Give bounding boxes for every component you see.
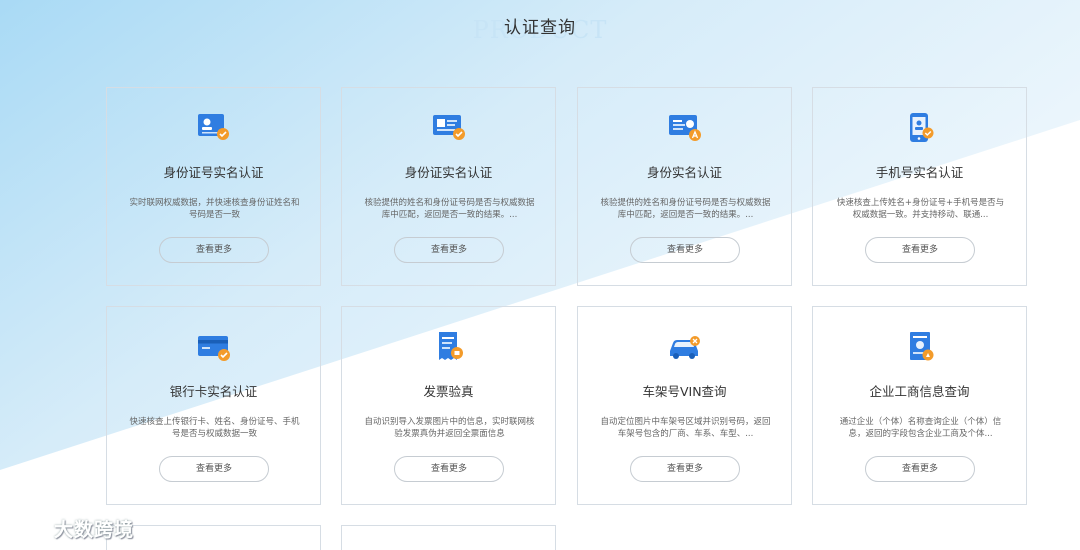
card-title: 手机号实名认证 bbox=[875, 165, 964, 180]
view-more-button[interactable]: 查看更多 bbox=[394, 456, 504, 482]
card-description: 快速核查上传银行卡、姓名、身份证号、手机号是否与权威数据一致 bbox=[129, 417, 300, 439]
card-title: 身份证实名认证 bbox=[404, 165, 493, 180]
product-card[interactable]: 身份实名认证 核验提供的姓名和身份证号码是否与权威数据库中匹配，返回是否一致的结… bbox=[577, 87, 792, 286]
view-more-button[interactable]: 查看更多 bbox=[865, 456, 975, 482]
business-license-icon bbox=[910, 332, 934, 361]
card-description: 实时联网权威数据，并快速核查身份证姓名和号码是否一致 bbox=[129, 198, 300, 220]
id-card-verify-icon bbox=[433, 115, 465, 140]
mobile-phone-icon bbox=[910, 113, 934, 142]
card-description: 快速核查上传姓名+身份证号+手机号是否与权威数据一致。并支持移动、联通... bbox=[836, 198, 1005, 220]
product-card[interactable]: 车架号VIN查询 自动定位图片中车架号区域并识别号码，返回车架号包含的厂商、车系… bbox=[577, 306, 792, 505]
view-more-button[interactable]: 查看更多 bbox=[159, 456, 269, 482]
id-card-check-icon bbox=[198, 114, 229, 140]
card-title: 企业工商信息查询 bbox=[869, 384, 970, 399]
card-title: 身份实名认证 bbox=[646, 165, 722, 180]
product-card[interactable]: 企业工商信息查询 通过企业（个体）名称查询企业（个体）信息，返回的字段包含企业工… bbox=[812, 306, 1027, 505]
section-header: PRODUCT 认证查询 bbox=[0, 0, 1080, 60]
product-card[interactable]: 银行卡实名认证 快速核查上传银行卡、姓名、身份证号、手机号是否与权威数据一致 查… bbox=[106, 306, 321, 505]
weibo-logo-icon bbox=[10, 516, 48, 540]
view-more-button[interactable]: 查看更多 bbox=[159, 237, 269, 263]
watermark: 大数跨境 bbox=[8, 515, 134, 542]
view-more-button[interactable]: 查看更多 bbox=[630, 456, 740, 482]
card-description: 自动定位图片中车架号区域并识别号码，返回车架号包含的厂商、车系、车型、... bbox=[600, 417, 771, 439]
section-title: 认证查询 bbox=[504, 18, 576, 38]
view-more-button[interactable]: 查看更多 bbox=[865, 237, 975, 263]
view-more-button[interactable]: 查看更多 bbox=[630, 237, 740, 263]
product-card[interactable]: 手机号实名认证 快速核查上传姓名+身份证号+手机号是否与权威数据一致。并支持移动… bbox=[812, 87, 1027, 286]
watermark-text: 大数跨境 bbox=[54, 519, 135, 541]
car-icon bbox=[670, 336, 700, 359]
identity-card-icon bbox=[669, 115, 701, 141]
product-card[interactable]: 身份证号实名认证 实时联网权威数据，并快速核查身份证姓名和号码是否一致 查看更多 bbox=[106, 87, 321, 286]
bank-card-icon bbox=[198, 336, 230, 361]
card-description: 核验提供的姓名和身份证号码是否与权威数据库中匹配，返回是否一致的结果。... bbox=[364, 198, 535, 220]
card-description: 通过企业（个体）名称查询企业（个体）信息，返回的字段包含企业工商及个体... bbox=[839, 417, 1002, 439]
card-title: 发票验真 bbox=[423, 384, 474, 399]
card-title: 车架号VIN查询 bbox=[642, 384, 727, 399]
product-card-partial[interactable] bbox=[341, 525, 556, 550]
card-title: 身份证号实名认证 bbox=[163, 165, 264, 180]
product-card[interactable]: 发票验真 自动识别导入发票图片中的信息，实时联网核验发票真伪并返回全票面信息 查… bbox=[341, 306, 556, 505]
card-description: 核验提供的姓名和身份证号码是否与权威数据库中匹配，返回是否一致的结果。... bbox=[600, 198, 771, 220]
card-title: 银行卡实名认证 bbox=[169, 384, 258, 399]
product-card[interactable]: 身份证实名认证 核验提供的姓名和身份证号码是否与权威数据库中匹配，返回是否一致的… bbox=[341, 87, 556, 286]
card-description: 自动识别导入发票图片中的信息，实时联网核验发票真伪并返回全票面信息 bbox=[364, 417, 535, 439]
invoice-icon bbox=[439, 332, 463, 360]
view-more-button[interactable]: 查看更多 bbox=[394, 237, 504, 263]
product-card-partial[interactable] bbox=[106, 525, 321, 550]
